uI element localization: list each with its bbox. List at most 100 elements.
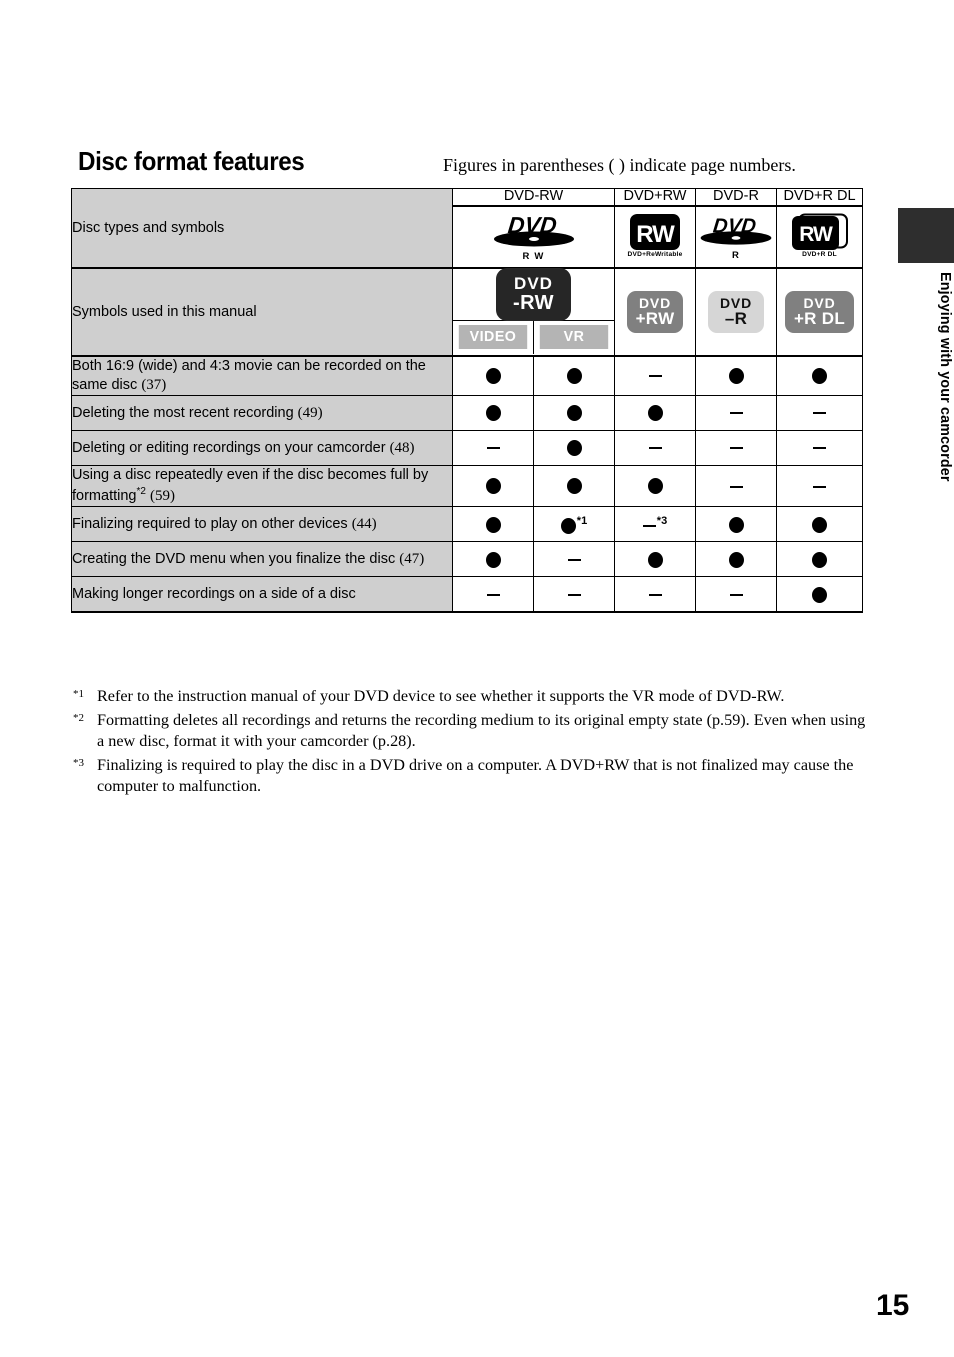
mark-unsupported <box>695 395 777 432</box>
filled-circle-icon <box>485 368 501 385</box>
svg-text:RW: RW <box>799 223 833 246</box>
filled-circle-icon <box>812 368 827 385</box>
feature-label: Making longer recordings on a side of a … <box>71 576 453 614</box>
mark-supported <box>533 395 615 432</box>
page-title: Disc format features <box>78 146 305 176</box>
footnote: *3 Finalizing is required to play the dis… <box>73 755 873 798</box>
dvd-rw-logo: DVD R W <box>491 210 577 262</box>
feature-label: Both 16:9 (wide) and 4:3 movie can be re… <box>71 354 453 397</box>
mark-unsupported <box>776 430 863 467</box>
cell-dvd-rw-logo: DVD R W <box>452 204 615 269</box>
cell-dvd-plus-rw-logo: RW DVD+ReWritable <box>614 204 696 269</box>
mark-supported <box>695 354 777 397</box>
feature-label: Deleting the most recent recording (49) <box>71 395 453 432</box>
video-mode-badge: VIDEO <box>458 324 528 349</box>
dash-icon <box>729 485 743 488</box>
mark-supported: *1 <box>533 506 615 543</box>
dash-icon <box>567 558 581 561</box>
vr-mode-badge: VR <box>539 324 609 349</box>
cell-dvd-r-symbol: DVD –R <box>695 266 777 357</box>
manual-symbols-row: Symbols used in this manual DVD -RW VIDE… <box>71 266 863 357</box>
svg-text:RW: RW <box>636 221 675 248</box>
mark-unsupported <box>614 430 696 467</box>
table-row: Deleting or editing recordings on your c… <box>71 430 863 467</box>
mark-supported <box>452 395 534 432</box>
mark-unsupported <box>452 576 534 614</box>
mark-supported <box>695 506 777 543</box>
filled-circle-icon <box>728 551 744 568</box>
filled-circle-icon <box>728 368 744 385</box>
dash-icon <box>486 593 500 596</box>
dvd-r-logo: DVD R <box>698 211 774 261</box>
dvd-r-badge: DVD –R <box>708 290 764 333</box>
dash-icon <box>648 447 662 450</box>
svg-text:DVD: DVD <box>712 216 757 238</box>
section-tab-label: Enjoying with your camcorder <box>937 272 954 482</box>
footnote-text: Formatting deletes all recordings and re… <box>97 710 866 751</box>
filled-circle-icon <box>485 405 501 422</box>
mark-supported <box>533 354 615 397</box>
cell-dvd-rw-symbols: DVD -RW VIDEO VR <box>452 266 615 357</box>
dash-icon <box>642 525 656 528</box>
filled-circle-icon <box>485 551 501 568</box>
dash-icon <box>729 447 743 450</box>
mark-supported <box>614 541 696 578</box>
feature-label: Deleting or editing recordings on your c… <box>71 430 453 467</box>
dvd-rw-logo-caption: R W <box>522 251 545 263</box>
dash-icon <box>567 593 581 596</box>
footnote-text: Refer to the instruction manual of your … <box>97 687 785 705</box>
mark-unsupported <box>695 430 777 467</box>
mark-supported <box>452 541 534 578</box>
filled-circle-icon <box>812 516 827 533</box>
dvd-r-logo-caption: R <box>731 250 741 262</box>
mark-supported <box>614 465 696 508</box>
mark-supported <box>533 465 615 508</box>
dash-icon <box>648 375 662 378</box>
footnote-marker: *2 <box>73 711 84 724</box>
filled-circle-icon <box>485 478 501 495</box>
cell-dvd-plus-r-dl-logo: RW DVD+R DL <box>776 204 863 269</box>
mark-unsupported <box>614 576 696 614</box>
filled-circle-icon <box>647 478 663 495</box>
table-row: Both 16:9 (wide) and 4:3 movie can be re… <box>71 354 863 397</box>
dvd-plus-rw-badge: DVD +RW <box>626 290 684 333</box>
cell-dvd-plus-rw-symbol: DVD +RW <box>614 266 696 357</box>
cell-mode-video: VIDEO <box>453 320 534 354</box>
mark-unsupported <box>776 395 863 432</box>
mark-unsupported <box>533 541 615 578</box>
table-row: Making longer recordings on a side of a … <box>71 576 863 614</box>
table-row: Creating the DVD menu when you finalize … <box>71 541 863 578</box>
mark-supported <box>695 541 777 578</box>
col-header-dvd-plus-rw: DVD+RW <box>614 187 696 207</box>
filled-circle-icon <box>566 368 582 385</box>
filled-circle-icon <box>566 405 582 422</box>
disc-format-table: Disc types and symbols DVD-RW DVD+RW DVD… <box>71 187 863 614</box>
filled-circle-icon <box>560 517 576 534</box>
mark-supported <box>776 354 863 397</box>
dash-icon <box>486 447 500 450</box>
cell-dvd-plus-r-dl-symbol: DVD +R DL <box>776 266 863 357</box>
mark-unsupported: *3 <box>614 506 696 543</box>
dvd-plus-r-dl-badge: DVD +R DL <box>784 290 855 333</box>
dash-icon <box>813 447 826 450</box>
col-header-dvd-plus-r-dl: DVD+R DL <box>776 187 863 207</box>
footnote: *1 Refer to the instruction manual of you… <box>73 686 873 708</box>
filled-circle-icon <box>485 516 501 533</box>
dvd-rw-badge: DVD -RW <box>495 268 572 322</box>
footnote-marker: *3 <box>73 756 84 769</box>
mark-unsupported <box>452 430 534 467</box>
row-label-symbols: Symbols used in this manual <box>71 266 453 357</box>
table-row: Using a disc repeatedly even if the disc… <box>71 465 863 508</box>
mark-supported <box>776 541 863 578</box>
mark-supported <box>776 506 863 543</box>
footnote-text: Finalizing is required to play the disc … <box>97 755 854 796</box>
filled-circle-icon <box>812 586 827 603</box>
row-label-disc-types: Disc types and symbols <box>71 187 453 269</box>
mark-supported <box>452 354 534 397</box>
footnote-marker: *1 <box>73 688 84 700</box>
footnote: *2 Formatting deletes all recordings and … <box>73 710 873 753</box>
dvd-rw-mode-badges: VIDEO VR <box>453 320 614 354</box>
section-tab-block <box>898 208 954 263</box>
filled-circle-icon <box>728 516 744 533</box>
figures-note: Figures in parentheses ( ) indicate page… <box>443 155 796 175</box>
